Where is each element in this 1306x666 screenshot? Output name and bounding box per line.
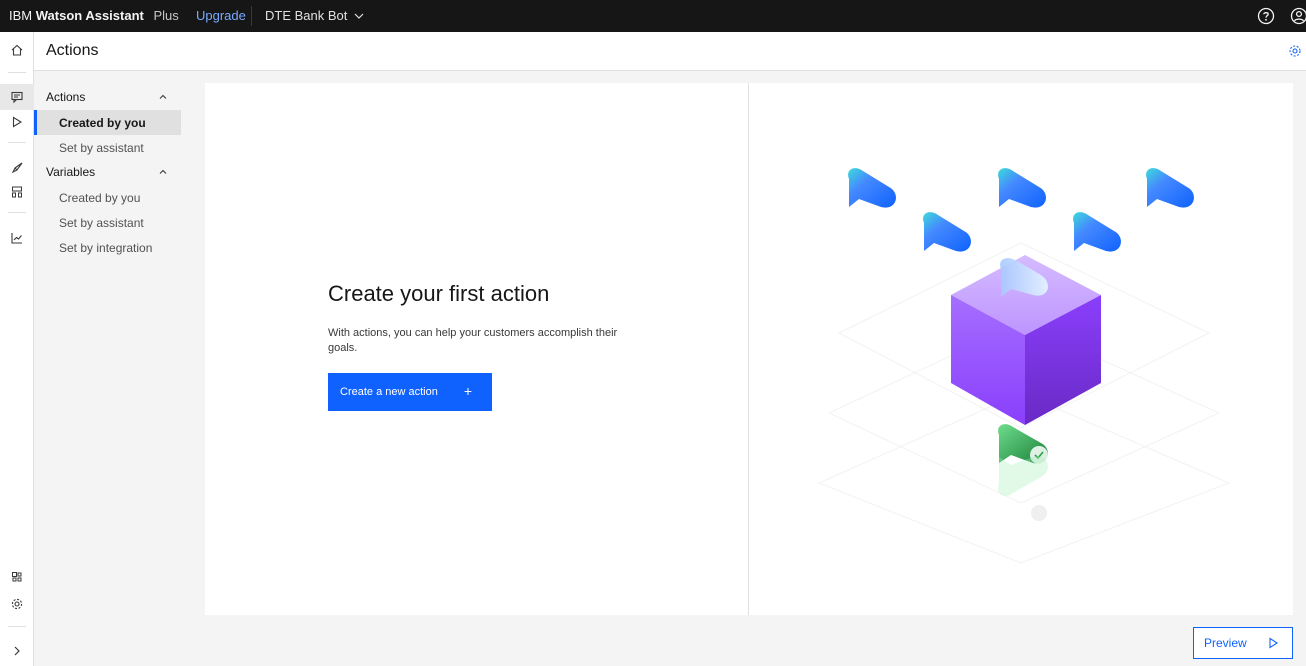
home-icon[interactable] xyxy=(7,40,27,60)
actions-sidebar: Actions Created by you Set by assistant … xyxy=(34,72,204,666)
plus-icon: + xyxy=(463,383,472,399)
chat-bubble-icon xyxy=(848,168,896,208)
nav-item-label: Set by assistant xyxy=(59,140,144,155)
settings-icon[interactable] xyxy=(7,594,27,614)
nav-variables-set-by-assistant[interactable]: Set by assistant xyxy=(34,210,181,235)
left-rail xyxy=(0,32,34,666)
rail-divider xyxy=(8,142,26,143)
empty-state-card: Create your first action With actions, y… xyxy=(205,83,1293,615)
page-title: Actions xyxy=(46,42,99,59)
rail-divider xyxy=(8,72,26,73)
group-actions-label: Actions xyxy=(46,90,86,104)
empty-state-description: With actions, you can help your customer… xyxy=(328,327,618,354)
assistant-selector[interactable]: DTE Bank Bot xyxy=(265,8,365,23)
top-bar: IBM Watson Assistant Plus Upgrade DTE Ba… xyxy=(0,0,1306,32)
preview-label: Preview xyxy=(1204,636,1247,650)
help-icon[interactable] xyxy=(1254,4,1278,28)
nav-variables-created-by-you[interactable]: Created by you xyxy=(34,185,181,210)
group-variables-header[interactable]: Variables xyxy=(46,165,168,179)
create-new-action-button[interactable]: Create a new action + xyxy=(328,373,492,411)
page-header: Actions xyxy=(34,32,1306,71)
chevron-down-icon xyxy=(354,13,364,19)
plan-label: Plus xyxy=(153,8,179,23)
rail-divider xyxy=(8,212,26,213)
nav-item-label: Created by you xyxy=(59,115,146,130)
group-variables-label: Variables xyxy=(46,165,96,179)
user-profile-icon[interactable] xyxy=(1287,4,1306,28)
brand-product: Watson Assistant xyxy=(35,8,144,23)
chevron-up-icon xyxy=(159,169,167,174)
upgrade-link[interactable]: Upgrade xyxy=(196,8,246,23)
nav-actions-created-by-you[interactable]: Created by you xyxy=(34,110,181,135)
product-brand[interactable]: IBM Watson Assistant Plus xyxy=(9,8,179,23)
empty-state-title: Create your first action xyxy=(328,281,550,306)
nav-actions-set-by-assistant[interactable]: Set by assistant xyxy=(34,135,181,160)
topbar-divider xyxy=(251,6,252,26)
nav-item-label: Set by integration xyxy=(59,240,153,255)
environments-icon[interactable] xyxy=(7,182,27,202)
actions-icon[interactable] xyxy=(7,87,27,107)
group-actions-header[interactable]: Actions xyxy=(46,90,168,104)
assistant-name: DTE Bank Bot xyxy=(265,8,348,23)
brand-ibm: IBM xyxy=(9,8,33,23)
nav-item-label: Set by assistant xyxy=(59,215,144,230)
create-action-label: Create a new action xyxy=(340,386,438,398)
nav-item-label: Created by you xyxy=(59,190,141,205)
nav-variables-set-by-integration[interactable]: Set by integration xyxy=(34,235,181,260)
analytics-icon[interactable] xyxy=(7,228,27,248)
actions-illustration xyxy=(817,168,1231,564)
gear-icon[interactable] xyxy=(1288,44,1302,58)
integrations-icon[interactable] xyxy=(7,567,27,587)
rail-divider xyxy=(8,626,26,627)
publish-icon[interactable] xyxy=(7,158,27,178)
preview-icon[interactable] xyxy=(7,112,27,132)
preview-button[interactable]: Preview xyxy=(1193,627,1293,659)
play-icon xyxy=(1269,637,1279,649)
expand-icon[interactable] xyxy=(7,641,27,661)
chevron-up-icon xyxy=(159,94,167,99)
